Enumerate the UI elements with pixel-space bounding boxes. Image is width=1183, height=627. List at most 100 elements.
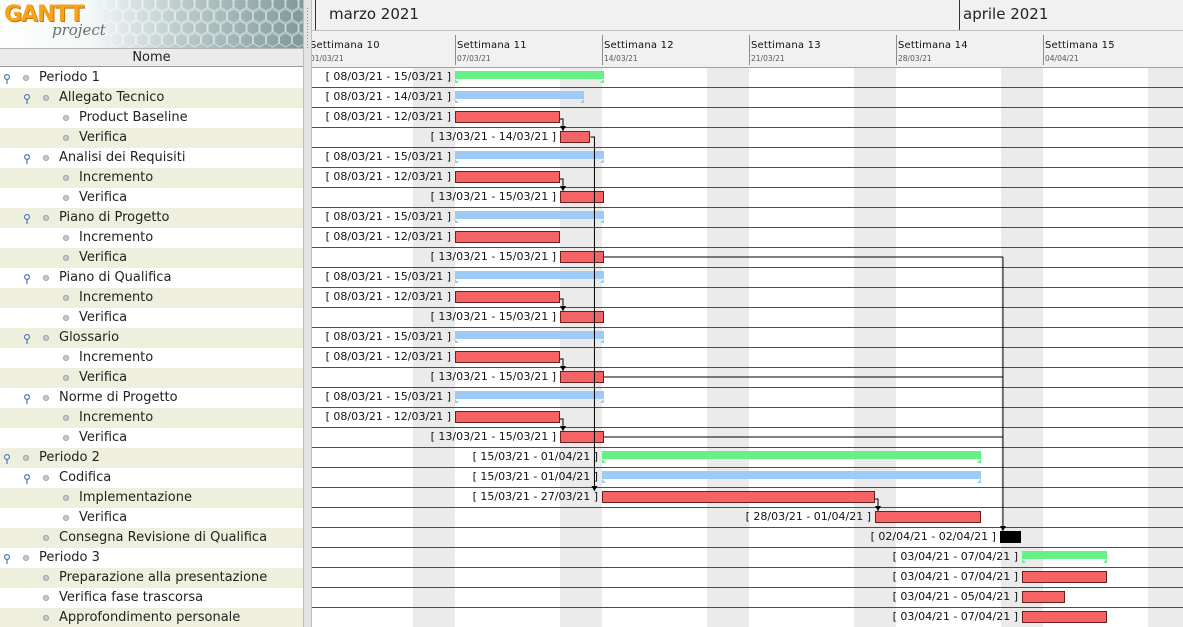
logo-hexagon bbox=[122, 32, 137, 48]
logo-hexagon bbox=[259, 20, 273, 36]
logo-hexagon bbox=[129, 20, 143, 36]
tree-row[interactable]: Verifica bbox=[0, 308, 303, 328]
timeline-header: marzo 2021 aprile 2021 Settimana 10 01/03/2… bbox=[312, 0, 1183, 68]
tree-row[interactable]: Periodo 2 bbox=[0, 448, 303, 468]
task-name: Norme di Progetto bbox=[59, 390, 178, 405]
task-bullet-icon bbox=[63, 255, 69, 261]
expand-toggle-icon[interactable] bbox=[24, 474, 30, 484]
splitter-grip-dot bbox=[307, 29, 308, 30]
tree-row[interactable]: Implementazione bbox=[0, 488, 303, 508]
arrow-head-icon bbox=[560, 186, 566, 191]
task-name: Analisi dei Requisiti bbox=[59, 150, 186, 165]
tree-row[interactable]: Incremento bbox=[0, 288, 303, 308]
tree-row[interactable]: Verifica bbox=[0, 428, 303, 448]
logo-hexagon bbox=[122, 8, 137, 24]
logo-hexagon bbox=[155, 0, 169, 12]
tree-row[interactable]: Verifica bbox=[0, 188, 303, 208]
tree-row[interactable]: Incremento bbox=[0, 348, 303, 368]
week-label: Settimana 13 bbox=[751, 40, 821, 51]
tree-row[interactable]: Periodo 1 bbox=[0, 68, 303, 88]
task-bullet-icon bbox=[63, 295, 69, 301]
expand-toggle-icon[interactable] bbox=[24, 94, 30, 104]
logo-hexagon bbox=[239, 8, 254, 24]
task-name: Verifica fase trascorsa bbox=[59, 590, 204, 605]
logo-hexagon bbox=[174, 32, 189, 48]
logo-hexagon bbox=[291, 32, 303, 48]
arrow-head-icon bbox=[560, 366, 566, 371]
logo-hexagon bbox=[187, 8, 202, 24]
logo-hexagon bbox=[168, 0, 182, 12]
logo-hexagon bbox=[207, 0, 221, 12]
task-bullet-icon bbox=[23, 455, 29, 461]
expand-toggle-icon[interactable] bbox=[4, 454, 10, 464]
tree-row[interactable]: Verifica bbox=[0, 248, 303, 268]
expand-toggle-icon[interactable] bbox=[24, 214, 30, 224]
logo-hexagon bbox=[116, 20, 130, 36]
logo-hexagon bbox=[142, 0, 156, 12]
splitter-grip-dot bbox=[307, 32, 308, 33]
tree-row[interactable]: Incremento bbox=[0, 408, 303, 428]
logo-hexagon bbox=[220, 20, 234, 36]
expand-toggle-icon[interactable] bbox=[24, 334, 30, 344]
tree-row[interactable]: Codifica bbox=[0, 468, 303, 488]
tree-row[interactable]: Preparazione alla presentazione bbox=[0, 568, 303, 588]
task-bullet-icon bbox=[23, 555, 29, 561]
tree-row[interactable]: Verifica bbox=[0, 368, 303, 388]
expand-toggle-icon[interactable] bbox=[4, 74, 10, 84]
task-bullet-icon bbox=[63, 415, 69, 421]
tree-row[interactable]: Periodo 3 bbox=[0, 548, 303, 568]
week-start-date: 07/03/21 bbox=[457, 54, 491, 63]
panel-splitter[interactable] bbox=[303, 0, 312, 627]
tree-row[interactable]: Verifica bbox=[0, 508, 303, 528]
arrow-head-icon bbox=[560, 306, 566, 311]
logo-hexagon bbox=[129, 0, 143, 12]
expand-toggle-icon[interactable] bbox=[4, 554, 10, 564]
logo-hexagon bbox=[135, 8, 150, 24]
task-name: Consegna Revisione di Qualifica bbox=[59, 530, 268, 545]
splitter-grip-dot bbox=[307, 11, 308, 12]
tree-row[interactable]: Incremento bbox=[0, 168, 303, 188]
week-separator bbox=[455, 35, 456, 65]
expand-toggle-icon[interactable] bbox=[24, 274, 30, 284]
logo-hexagon bbox=[220, 0, 234, 12]
tree-row[interactable]: Glossario bbox=[0, 328, 303, 348]
tree-row[interactable]: Norme di Progetto bbox=[0, 388, 303, 408]
week-label: Settimana 15 bbox=[1045, 40, 1115, 51]
ganttproject-window: GANTT project Nome Periodo 1 Allegato Tec… bbox=[0, 0, 1183, 627]
tree-row[interactable]: Consegna Revisione di Qualifica bbox=[0, 528, 303, 548]
task-bullet-icon bbox=[63, 435, 69, 441]
task-name: Verifica bbox=[79, 310, 128, 325]
task-bullet-icon bbox=[43, 595, 49, 601]
tree-row[interactable]: Product Baseline bbox=[0, 108, 303, 128]
task-name: Periodo 3 bbox=[39, 550, 100, 565]
week-column-header: Settimana 13 21/03/21 bbox=[749, 31, 896, 67]
task-bullet-icon bbox=[63, 235, 69, 241]
column-header-nome[interactable]: Nome bbox=[0, 48, 303, 67]
week-column-header: Settimana 12 14/03/21 bbox=[602, 31, 749, 67]
week-start-date: 14/03/21 bbox=[604, 54, 638, 63]
gantt-chart-area[interactable]: [ 08/03/21 - 15/03/21 ][ 08/03/21 - 14/0… bbox=[312, 0, 1183, 627]
logo-hexagon bbox=[252, 32, 267, 48]
logo-hexagon bbox=[226, 8, 241, 24]
expand-toggle-icon[interactable] bbox=[24, 394, 30, 404]
tree-row[interactable]: Approfondimento personale bbox=[0, 608, 303, 627]
task-bullet-icon bbox=[63, 195, 69, 201]
tree-row[interactable]: Incremento bbox=[0, 228, 303, 248]
logo-hexagon bbox=[161, 8, 176, 24]
week-column-header: Settimana 14 28/03/21 bbox=[896, 31, 1043, 67]
tree-row[interactable]: Verifica fase trascorsa bbox=[0, 588, 303, 608]
tree-row[interactable]: Piano di Progetto bbox=[0, 208, 303, 228]
tree-row[interactable]: Piano di Qualifica bbox=[0, 268, 303, 288]
tree-row[interactable]: Allegato Tecnico bbox=[0, 88, 303, 108]
logo-hexagon bbox=[239, 32, 254, 48]
task-name: Codifica bbox=[59, 470, 112, 485]
splitter-grip-dot bbox=[307, 17, 308, 18]
tree-row[interactable]: Analisi dei Requisiti bbox=[0, 148, 303, 168]
logo-hexagon bbox=[278, 8, 293, 24]
task-bullet-icon bbox=[43, 95, 49, 101]
task-name: Preparazione alla presentazione bbox=[59, 570, 268, 585]
tree-row[interactable]: Verifica bbox=[0, 128, 303, 148]
task-name: Verifica bbox=[79, 190, 128, 205]
logo-hexagon bbox=[161, 32, 176, 48]
expand-toggle-icon[interactable] bbox=[24, 154, 30, 164]
